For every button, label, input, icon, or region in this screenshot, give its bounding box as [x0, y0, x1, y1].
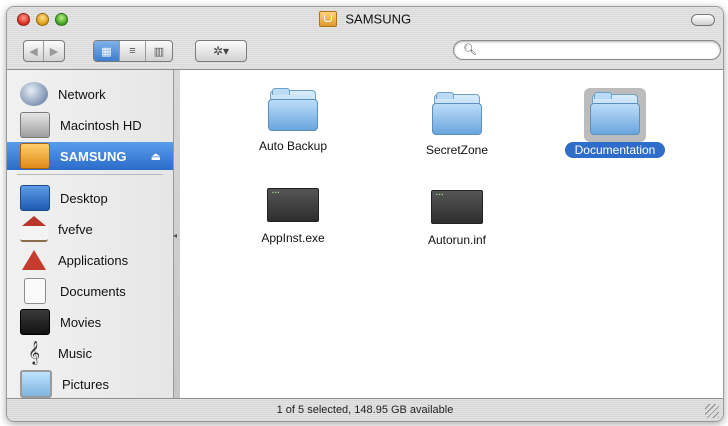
- list-view-icon: ≡: [129, 45, 136, 57]
- hard-drive-icon: [20, 112, 50, 138]
- sidebar-item-macintosh-hd[interactable]: Macintosh HD: [7, 111, 173, 139]
- sidebar-item-label: Applications: [58, 252, 129, 268]
- status-bar: 1 of 5 selected, 148.95 GB available: [7, 398, 723, 421]
- network-icon: [20, 82, 48, 106]
- applications-icon: [20, 248, 48, 272]
- file-browser: Auto Backup SecretZone Documentation App…: [180, 70, 723, 398]
- sidebar-item-label: Desktop: [60, 190, 108, 206]
- forward-arrow-icon: ▶: [49, 45, 59, 58]
- search-field[interactable]: 🔍︎: [453, 40, 721, 60]
- sidebar-item-label: Documents: [60, 283, 126, 299]
- column-view-button[interactable]: ▥: [146, 41, 172, 61]
- sidebar-item-home[interactable]: fvefve: [7, 215, 173, 243]
- sidebar-item-label: Movies: [60, 314, 102, 330]
- sidebar-item-label: Macintosh HD: [60, 117, 142, 133]
- sidebar-item-applications[interactable]: Applications: [7, 246, 173, 274]
- file-item-auto-backup[interactable]: Auto Backup: [228, 88, 358, 155]
- sidebar-item-desktop[interactable]: Desktop: [7, 184, 173, 212]
- window-title-area: SAMSUNG: [7, 10, 723, 28]
- title-bar[interactable]: SAMSUNG ◀ ▶ ▦ ≡ ▥ ✲▾ 🔍︎: [7, 7, 723, 70]
- pictures-icon: [20, 370, 52, 398]
- sidebar-item-label: fvefve: [58, 221, 93, 237]
- folder-icon: [268, 88, 318, 131]
- sidebar-item-label: Network: [58, 86, 106, 102]
- music-icon: 𝄞: [28, 341, 40, 364]
- forward-button[interactable]: ▶: [44, 41, 64, 61]
- sidebar-item-label: Pictures: [62, 376, 109, 392]
- sidebar-divider: [17, 174, 163, 175]
- documents-icon: [24, 278, 46, 304]
- eject-icon[interactable]: ⏏: [151, 150, 161, 163]
- finder-window: SAMSUNG ◀ ▶ ▦ ≡ ▥ ✲▾ 🔍︎ Network Macintos…: [6, 6, 724, 422]
- file-name: Documentation: [564, 142, 666, 158]
- file-name: Auto Backup: [258, 139, 328, 153]
- sidebar-item-network[interactable]: Network: [7, 80, 173, 108]
- movies-icon: [20, 309, 50, 335]
- file-name: Autorun.inf: [427, 233, 487, 247]
- action-menu-button[interactable]: ✲▾: [195, 40, 247, 62]
- file-name: SecretZone: [425, 143, 489, 157]
- back-forward-group: ◀ ▶: [23, 40, 65, 62]
- sidebar-item-samsung[interactable]: SAMSUNG ⏏: [7, 142, 173, 170]
- file-item-autorun-inf[interactable]: Autorun.inf: [392, 190, 522, 249]
- file-item-secretzone[interactable]: SecretZone: [392, 92, 522, 159]
- list-view-button[interactable]: ≡: [120, 41, 146, 61]
- home-icon: [20, 216, 48, 242]
- sidebar-resize-handle[interactable]: ◂: [173, 231, 179, 241]
- executable-icon: [267, 188, 319, 222]
- window-title: SAMSUNG: [345, 11, 412, 27]
- sidebar-item-label: SAMSUNG: [60, 148, 127, 164]
- sidebar: Network Macintosh HD SAMSUNG ⏏ Desktop f…: [7, 70, 174, 398]
- search-icon: 🔍︎: [463, 44, 477, 56]
- sidebar-item-pictures[interactable]: Pictures: [7, 370, 173, 398]
- back-button[interactable]: ◀: [24, 41, 44, 61]
- desktop-icon: [20, 185, 50, 211]
- sidebar-item-music[interactable]: 𝄞 Music: [7, 339, 173, 367]
- usb-drive-icon: [318, 10, 337, 27]
- file-item-appinst-exe[interactable]: AppInst.exe: [228, 188, 358, 247]
- icon-view-button[interactable]: ▦: [94, 41, 120, 61]
- sidebar-item-label: Music: [58, 345, 92, 361]
- gear-icon: ✲▾: [212, 44, 230, 58]
- sidebar-item-documents[interactable]: Documents: [7, 277, 173, 305]
- view-mode-group: ▦ ≡ ▥: [93, 40, 173, 62]
- sidebar-item-movies[interactable]: Movies: [7, 308, 173, 336]
- folder-icon: [590, 92, 640, 135]
- executable-icon: [431, 190, 483, 224]
- resize-grip-icon[interactable]: [705, 404, 719, 418]
- column-view-icon: ▥: [153, 45, 165, 58]
- file-item-documentation[interactable]: Documentation: [550, 88, 680, 159]
- toolbar-toggle-button[interactable]: [691, 14, 715, 26]
- folder-icon: [432, 92, 482, 135]
- icon-view-icon: ▦: [101, 45, 112, 58]
- search-input[interactable]: [478, 42, 712, 59]
- usb-drive-icon: [20, 143, 50, 169]
- back-arrow-icon: ◀: [29, 45, 38, 58]
- file-name: AppInst.exe: [261, 231, 325, 245]
- status-text: 1 of 5 selected, 148.95 GB available: [276, 404, 454, 416]
